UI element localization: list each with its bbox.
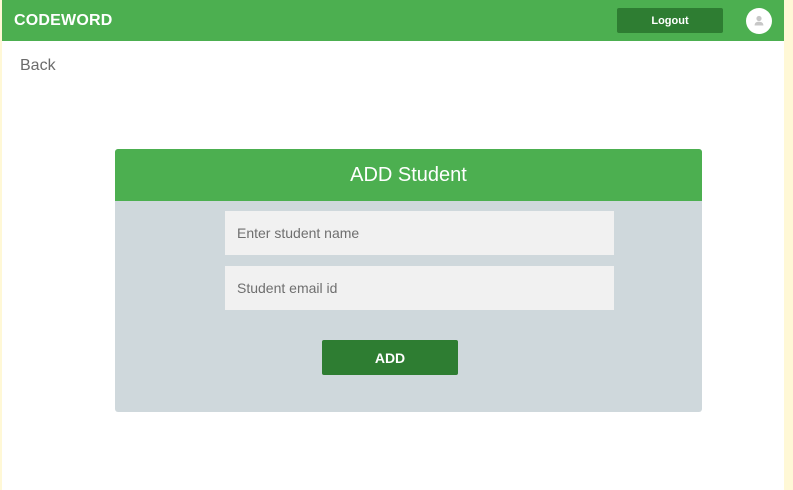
card-title: ADD Student <box>350 163 467 186</box>
card-header: ADD Student <box>115 149 702 201</box>
top-navbar: CODEWORD Logout <box>2 0 784 41</box>
back-link[interactable]: Back <box>20 57 56 75</box>
student-name-input[interactable] <box>225 211 614 255</box>
user-avatar-icon[interactable] <box>746 8 772 34</box>
student-email-input[interactable] <box>225 266 614 310</box>
brand-logo-text[interactable]: CODEWORD <box>14 12 112 30</box>
logout-button[interactable]: Logout <box>617 8 723 33</box>
add-student-button[interactable]: ADD <box>322 340 458 375</box>
add-student-card: ADD Student ADD <box>115 149 702 412</box>
app-page: CODEWORD Logout Back ADD Student ADD <box>2 0 784 490</box>
